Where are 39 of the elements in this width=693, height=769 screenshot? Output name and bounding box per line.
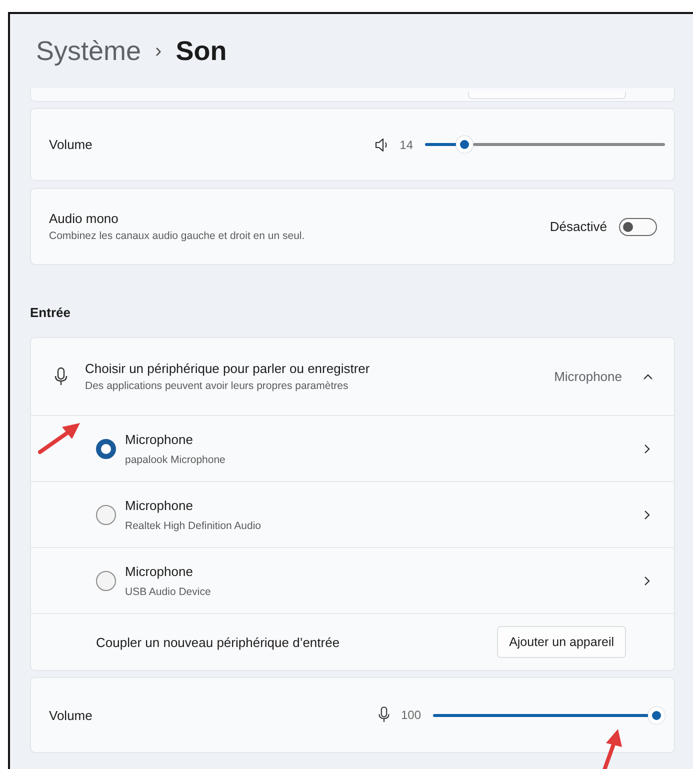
volume-slider[interactable]: [433, 706, 665, 724]
device-chooser-header[interactable]: Choisir un périphérique pour parler ou enregistrer Des applications peuvent avoir leurs propres paramètres Microphone: [31, 338, 674, 416]
setting-label: Volume: [49, 708, 92, 722]
microphone-icon: [376, 705, 391, 725]
setting-label: Choisir un périphérique pour parler ou enregistrer: [85, 361, 371, 376]
breadcrumb-separator: ›: [155, 40, 162, 62]
device-option[interactable]: Microphone USB Audio Device: [31, 548, 674, 614]
device-name: Microphone: [125, 498, 194, 512]
setting-label: Coupler un nouveau périphérique d’entrée: [96, 634, 341, 650]
speaker-icon: [374, 136, 390, 152]
setting-label: Volume: [49, 137, 92, 152]
add-device-button[interactable]: Ajouter un appareil: [497, 626, 626, 658]
setting-description: Combinez les canaux audio gauche et droit en un seul.: [49, 230, 305, 242]
radio-button[interactable]: [96, 504, 116, 524]
chevron-right-icon: [642, 442, 652, 454]
page-title: Son: [176, 36, 227, 66]
device-detail: USB Audio Device: [125, 586, 212, 598]
device-option[interactable]: Microphone Realtek High Definition Audio: [31, 482, 674, 548]
setting-description: Des applications peuvent avoir leurs propres paramètres: [85, 380, 350, 392]
chevron-right-icon: [642, 574, 652, 586]
microphone-icon: [53, 366, 69, 386]
device-name: Microphone: [125, 564, 194, 578]
volume-slider[interactable]: [425, 136, 665, 153]
toggle-state: Désactivé: [550, 219, 607, 234]
slider-thumb[interactable]: [648, 706, 665, 724]
device-detail: Realtek High Definition Audio: [125, 520, 262, 532]
setting-label: Audio mono: [49, 211, 120, 226]
breadcrumb-parent[interactable]: Système: [36, 36, 142, 66]
toggle-switch[interactable]: [619, 218, 657, 236]
radio-button[interactable]: [96, 570, 116, 590]
selected-device: Microphone: [554, 369, 622, 384]
volume-value: 100: [400, 708, 421, 722]
device-name: Microphone: [125, 432, 194, 446]
radio-button[interactable]: [96, 438, 116, 458]
chevron-right-icon: [642, 508, 652, 520]
volume-value: 14: [400, 138, 413, 152]
section-heading: Entrée: [30, 305, 72, 322]
device-detail: papalook Microphone: [125, 454, 226, 466]
slider-thumb[interactable]: [456, 136, 474, 153]
